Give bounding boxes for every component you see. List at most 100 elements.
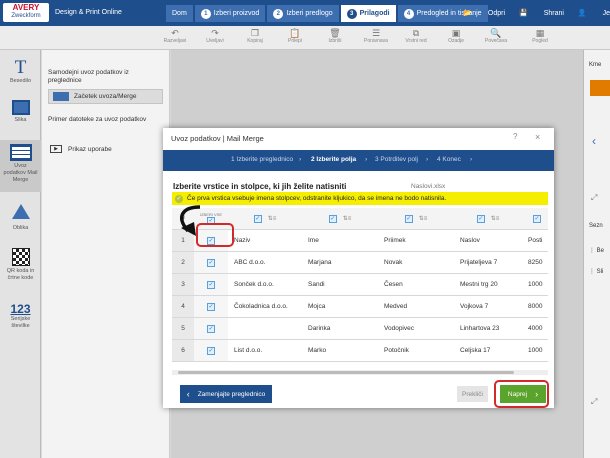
shapes-icon (11, 204, 30, 219)
delete-label: Izbriši (328, 38, 342, 44)
row-checkbox[interactable]: ✓ (207, 258, 215, 267)
example-file-link[interactable]: Primer datoteke za uvoz podatkov (48, 116, 146, 124)
column-checkbox[interactable]: ✓ (328, 214, 337, 223)
header-row-notice: ✓ Če prva vrstica vsebuje imena stolpcev… (172, 192, 548, 205)
sort-icon[interactable]: ⇅≡ (268, 215, 277, 222)
sidebar-item-qr[interactable]: QR koda in črtne kode (0, 248, 41, 282)
avery-logo[interactable]: AVERY Zweckform (3, 3, 49, 22)
right-panel-item[interactable]: ⋮ Sli (589, 268, 603, 275)
wizard-step-1[interactable]: 1 Izberite preglednico (231, 156, 293, 163)
logo-line1: AVERY (12, 3, 40, 12)
sidebar-item-image[interactable]: Slika (0, 100, 41, 123)
column-checkbox[interactable]: ✓ (533, 214, 541, 223)
open-button[interactable]: 📂 Odpri (463, 9, 505, 17)
table-cell: Marjana (302, 252, 378, 274)
qr-icon (11, 248, 30, 266)
undo-button[interactable]: ↶ Razveljavi (155, 28, 195, 44)
row-select-cell: ✓ (194, 252, 228, 274)
table-cell: Mestni trg 20 (454, 274, 522, 296)
table-cell: 8000 (522, 296, 548, 318)
row-checkbox[interactable]: ✓ (207, 302, 215, 311)
view-label: Pogled (532, 38, 548, 44)
copy-button[interactable]: ❐ Kopiraj (235, 28, 275, 44)
row-number: 2 (172, 252, 194, 274)
paste-label: Prilepi (288, 38, 302, 44)
chevron-right-icon: › (365, 156, 368, 163)
table-row: 4 ✓ Čokoladnica d.o.o. Mojca Medved Vojkova 7… (172, 296, 548, 318)
align-icon: ☰ (371, 28, 381, 38)
save-button[interactable]: 💾 Shrani (519, 9, 564, 17)
step-customize[interactable]: 3 Prilagodi (340, 5, 396, 22)
column-checkbox[interactable]: ✓ (253, 214, 262, 223)
table-cell: 1000 (522, 274, 548, 296)
table-cell (228, 318, 302, 340)
row-checkbox[interactable]: ✓ (207, 324, 215, 333)
step-home[interactable]: Dom (166, 5, 193, 22)
chevron-left-icon[interactable]: ‹ (592, 134, 596, 148)
row-checkbox[interactable]: ✓ (207, 346, 215, 355)
row-number: 3 (172, 274, 194, 296)
guide-button[interactable]: ▶ Prikaz uporabe (50, 145, 112, 153)
row-number: 5 (172, 318, 194, 340)
expand-icon[interactable]: ⤢ (591, 397, 597, 407)
table-cell: Vojkova 7 (454, 296, 522, 318)
mail-merge-dialog: Uvoz podatkov | Mail Merge ? × 1 Izberit… (163, 128, 554, 408)
start-merge-button[interactable]: Začetek uvoza/Merge (48, 89, 163, 104)
spreadsheet-icon (53, 92, 69, 101)
change-spreadsheet-label: Zamenjajte preglednico (197, 390, 266, 398)
sort-icon[interactable]: ⇅≡ (419, 215, 428, 222)
table-cell: Priimek (378, 230, 454, 252)
chevron-right-icon: › (426, 156, 429, 163)
column-checkbox[interactable]: ✓ (476, 214, 485, 223)
right-item-label: Be (596, 248, 605, 254)
column-header-e: ✓ (522, 208, 548, 230)
orange-button[interactable] (590, 80, 610, 96)
sort-icon[interactable]: ⇅≡ (343, 215, 352, 222)
dialog-heading: Izberite vrstice in stolpce, ki jih želi… (173, 182, 347, 191)
right-panel-item[interactable]: ⋮ Be (589, 247, 604, 254)
column-checkbox[interactable]: ✓ (404, 214, 413, 223)
step-number: 3 (346, 8, 357, 19)
step-choose-product[interactable]: 1 Izberi proizvod (194, 5, 266, 22)
expand-icon[interactable]: ⤢ (591, 193, 597, 203)
table-row: 6 ✓ List d.o.o. Marko Potočnik Celjska 17 1000 (172, 340, 548, 362)
sort-icon[interactable]: ⇅≡ (491, 215, 500, 222)
help-icon[interactable]: ? (513, 132, 517, 141)
order-button[interactable]: ⧉ Vrstni red (396, 28, 436, 44)
sidebar-item-numbering[interactable]: 123 Serijske številke (0, 302, 41, 330)
delete-button[interactable]: 🗑 Izbriši (315, 28, 355, 44)
table-cell: Naziv (228, 230, 302, 252)
sidebar-item-mail-merge[interactable]: Uvoz podatkov Mail Merge (0, 140, 41, 192)
change-spreadsheet-button[interactable]: ‹ Zamenjajte preglednico (180, 385, 272, 403)
next-highlight (494, 380, 549, 408)
close-icon[interactable]: × (535, 132, 540, 142)
background-button[interactable]: ▣ Ozadje (436, 28, 476, 44)
sidebar-label: Serijske številke (10, 316, 31, 329)
layers-icon: ⧉ (412, 28, 420, 38)
order-label: Vrstni red (405, 38, 427, 44)
align-label: Poravnava (364, 38, 388, 44)
wizard-step-3: 3 Potrditev polj (375, 156, 418, 163)
paste-button[interactable]: 📋 Prilepi (275, 28, 315, 44)
guide-label: Prikaz uporabe (68, 145, 112, 153)
undo-label: Razveljavi (163, 38, 187, 44)
horizontal-scrollbar[interactable] (172, 370, 548, 375)
table-cell: Darinka (302, 318, 378, 340)
table-cell: Medved (378, 296, 454, 318)
sidebar-item-shapes[interactable]: Oblika (0, 204, 41, 231)
sidebar-item-text[interactable]: T Besedilo (0, 58, 41, 85)
row-checkbox[interactable]: ✓ (207, 280, 215, 289)
zoom-button[interactable]: 🔍 Povečava (476, 28, 516, 44)
redo-button[interactable]: ↷ Uveljavi (195, 28, 235, 44)
progress-steps: Dom 1 Izberi proizvod 2 Izberi predlogo 3P… (166, 5, 490, 22)
user-menu[interactable]: 👤 Je (578, 9, 610, 17)
scrollbar-thumb[interactable] (178, 371, 514, 374)
table-cell: Posti (522, 230, 548, 252)
tools-sidebar: T Besedilo Slika Uvoz podatkov Mail Merg… (0, 50, 41, 458)
view-button[interactable]: ▦ Pogled (520, 28, 560, 44)
step-choose-template[interactable]: 2 Izberi predlogo (267, 5, 339, 22)
align-button[interactable]: ☰ Poravnava (356, 28, 396, 44)
right-panel-list-label: Sezn (589, 223, 603, 229)
table-cell: List d.o.o. (228, 340, 302, 362)
cancel-button[interactable]: Prekliči (457, 386, 488, 402)
